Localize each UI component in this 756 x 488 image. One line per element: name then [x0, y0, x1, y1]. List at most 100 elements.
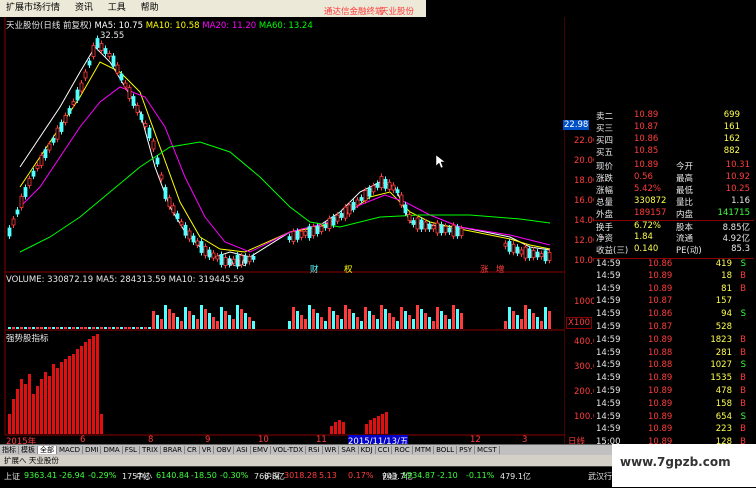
candle — [411, 220, 416, 225]
menu-item-extended-market[interactable]: 扩展市场行情 — [0, 0, 66, 17]
indicator-tab-24[interactable]: MCST — [475, 446, 500, 454]
indicator-bar — [48, 376, 51, 434]
menu-item-help[interactable]: 帮助 — [135, 0, 165, 17]
index-name[interactable]: 中小 — [136, 471, 152, 482]
tick-direction: S — [740, 411, 746, 422]
chart-area[interactable]: 天业股份(日线 前复权) MA5: 10.75 MA10: 10.58 MA20… — [0, 17, 604, 447]
volume-bar — [112, 327, 115, 329]
volume-bar — [300, 315, 303, 329]
indicator-tab-3[interactable]: MACD — [57, 446, 83, 454]
volume-bar — [40, 327, 43, 329]
stat-label: 净资 — [596, 234, 614, 244]
tick-time: 14:59 — [596, 283, 621, 294]
indicator-tab-0[interactable]: 指标 — [0, 446, 19, 454]
candle — [159, 174, 164, 180]
kline-svg[interactable] — [0, 17, 565, 445]
candle — [199, 241, 204, 253]
indicator-tab-15[interactable]: RSI — [306, 446, 323, 454]
indicator-tab-21[interactable]: MTM — [412, 446, 435, 454]
index-name[interactable]: 创业 — [382, 471, 398, 482]
candle — [119, 73, 124, 81]
volume-bar — [140, 327, 143, 329]
candle — [63, 115, 68, 123]
indicator-tab-9[interactable]: CR — [185, 446, 200, 454]
volume-bar — [336, 315, 339, 329]
volume-bar — [392, 317, 395, 329]
indicator-tab-13[interactable]: EMV — [250, 446, 271, 454]
index-name[interactable]: 沪深 — [264, 471, 280, 482]
bid-ask-row: 买四 10.86 162 — [594, 134, 754, 146]
marker-finance[interactable]: 财 — [310, 263, 319, 275]
candle — [335, 214, 340, 222]
candle — [427, 223, 432, 230]
volume-bar — [136, 327, 139, 329]
stat-value: 0.56 — [634, 172, 653, 182]
tick-price: 10.89 — [648, 334, 673, 345]
marker-rights[interactable]: 权 — [344, 263, 353, 275]
tick-row: 14:59 10.89 478 B — [594, 386, 754, 397]
marker-increase[interactable]: 增 — [496, 263, 505, 275]
indicator-tab-10[interactable]: VR — [199, 446, 215, 454]
indicator-tab-19[interactable]: CCI — [375, 446, 393, 454]
indicator-tab-18[interactable]: KDJ — [358, 446, 376, 454]
menu-item-tools[interactable]: 工具 — [102, 0, 132, 17]
menu-item-news[interactable]: 资讯 — [69, 0, 99, 17]
indicator-tab-17[interactable]: SAR — [339, 446, 359, 454]
volume-bar — [56, 327, 59, 329]
indicator-tab-5[interactable]: DMA — [101, 446, 123, 454]
indicator-tab-8[interactable]: BRAR — [160, 446, 185, 454]
index-chg: 5.13 — [319, 471, 337, 480]
tick-volume: 18 — [721, 270, 732, 281]
index-val: 6140.84 — [156, 471, 190, 480]
indicator-tab-6[interactable]: FSL — [122, 446, 140, 454]
secondary-tab-label[interactable]: 扩展へ 天业股份 — [0, 456, 59, 465]
marker-limit[interactable]: 涨 — [480, 263, 489, 275]
volume-bar — [344, 305, 347, 329]
volume-bar — [448, 319, 451, 329]
candle — [11, 218, 16, 226]
candle — [423, 221, 428, 230]
candle — [39, 154, 44, 166]
indicator-bar — [68, 356, 71, 434]
indicator-tab-4[interactable]: DMI — [82, 446, 102, 454]
indicator-bar — [381, 414, 384, 434]
link-tdx-terminal[interactable]: 通达信金融终端 — [324, 5, 384, 17]
candle — [35, 165, 40, 169]
stat-value: 6.72% — [634, 221, 662, 231]
index-name[interactable]: 上证 — [4, 471, 20, 482]
tick-row: 14:59 10.89 81 B — [594, 284, 754, 295]
stat-label: 涨幅 — [596, 186, 614, 196]
indicator-tab-1[interactable]: 模板 — [19, 446, 38, 454]
indicator-tab-7[interactable]: TRIX — [139, 446, 161, 454]
indicator-tab-22[interactable]: BOLL — [434, 446, 458, 454]
volume-bar — [324, 321, 327, 329]
link-stock-name[interactable]: 天业股份 — [380, 5, 414, 17]
volume-bar — [72, 327, 75, 329]
indicator-bar — [338, 420, 341, 434]
mouse-cursor-icon — [436, 155, 446, 169]
volume-bar — [204, 309, 207, 329]
volume-bar — [536, 317, 539, 329]
bid-ask-volume: 161 — [723, 122, 740, 132]
candle — [191, 235, 196, 243]
volume-bar — [68, 327, 71, 329]
indicator-tab-12[interactable]: ASI — [234, 446, 251, 454]
indicator-tab-16[interactable]: WR — [322, 446, 340, 454]
indicator-tab-11[interactable]: OBV — [214, 446, 235, 454]
volume-bar — [512, 311, 515, 329]
indicator-tab-23[interactable]: PSY — [457, 446, 476, 454]
indicator-tab-20[interactable]: ROC — [392, 446, 413, 454]
stat-label: 收益(三) — [596, 246, 629, 256]
stat-label: 量比 — [676, 198, 694, 208]
indicator-bar — [369, 420, 372, 434]
candle — [407, 214, 412, 222]
candle — [367, 187, 372, 197]
tick-row: 14:59 10.89 18 B — [594, 271, 754, 282]
indicator-tab-2[interactable]: 全部 — [38, 446, 57, 454]
indicator-tab-14[interactable]: VOL-TDX — [270, 446, 307, 454]
candle — [219, 254, 224, 265]
candle — [307, 226, 312, 239]
candle — [31, 170, 36, 177]
tick-volume: 157 — [715, 296, 732, 307]
index-name[interactable]: 武汉行 — [588, 471, 612, 482]
